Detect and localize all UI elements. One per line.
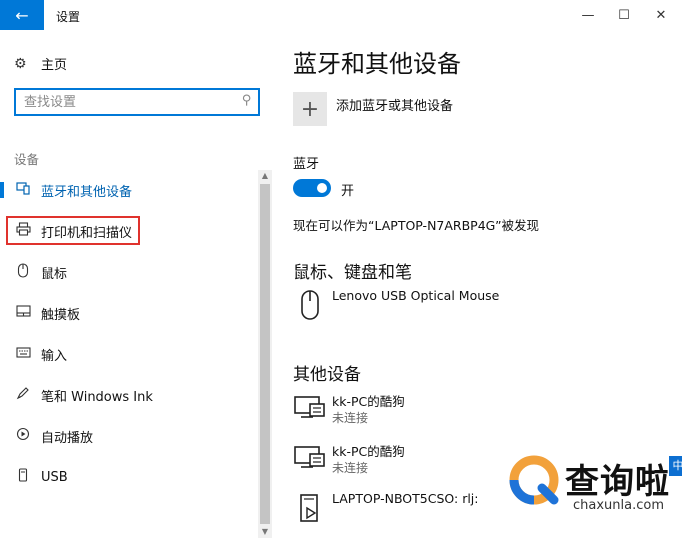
pen-icon [14, 386, 32, 404]
search-input[interactable] [16, 90, 226, 114]
bluetooth-label: 蓝牙 [293, 157, 320, 172]
sidebar-home-label: 主页 [41, 58, 68, 73]
add-device-label[interactable]: 添加蓝牙或其他设备 [336, 95, 453, 114]
keyboard-icon [14, 346, 32, 362]
search-box[interactable]: ⚲ [14, 88, 260, 116]
chaxunla-logo [509, 455, 559, 505]
window-title: 设置 [56, 10, 81, 24]
scroll-thumb[interactable] [260, 184, 270, 524]
discoverable-text: 现在可以作为“LAPTOP-N7ARBP4G”被发现 [293, 218, 540, 233]
sidebar-item-touchpad[interactable]: 触摸板 [0, 298, 258, 328]
sidebar-item-label: 鼠标 [41, 266, 68, 282]
usb-icon [14, 468, 32, 486]
toggle-knob [317, 183, 327, 193]
bluetooth-state-label: 开 [341, 184, 355, 199]
sidebar-item-pen[interactable]: 笔和 Windows Ink [0, 380, 258, 410]
sidebar-item-mouse[interactable]: 鼠标 [0, 257, 258, 287]
page-title: 蓝牙和其他设备 [293, 50, 461, 78]
active-indicator [0, 182, 4, 198]
watermark-text: 查询啦 [565, 462, 670, 502]
back-arrow-icon: ← [15, 5, 29, 25]
site-watermark: 查询啦 chaxunla.com 中 [505, 448, 682, 538]
sidebar-item-label: USB [41, 469, 68, 485]
minimize-icon: — [581, 7, 595, 23]
sidebar-item-autoplay[interactable]: 自动播放 [0, 421, 258, 451]
touchpad-icon [14, 305, 32, 321]
sidebar-item-label: 蓝牙和其他设备 [41, 184, 133, 200]
sidebar-scrollbar[interactable]: ▲ ▼ [258, 170, 272, 538]
sidebar-home[interactable]: ⚙ 主页 [14, 54, 68, 74]
mouse-icon [301, 290, 319, 320]
sidebar-item-label: 自动播放 [41, 430, 94, 446]
bluetooth-devices-icon [14, 181, 32, 199]
sidebar-item-label: 笔和 Windows Ink [41, 389, 153, 405]
ime-indicator: 中 [669, 456, 682, 476]
media-device-icon [294, 446, 325, 468]
autoplay-icon [14, 427, 32, 445]
scroll-up-arrow-icon[interactable]: ▲ [258, 170, 272, 182]
add-device-button[interactable]: + [293, 92, 327, 126]
back-button[interactable]: ← [0, 0, 44, 30]
media-device-icon [294, 396, 325, 418]
gear-icon: ⚙ [14, 55, 27, 72]
sidebar-item-bluetooth[interactable]: 蓝牙和其他设备 [0, 175, 258, 205]
bluetooth-toggle[interactable] [293, 179, 331, 197]
highlight-annotation-box [6, 216, 140, 245]
sidebar: ⚙ 主页 ⚲ 设备 蓝牙和其他设备 打印机和扫描仪 鼠标 触摸板 [0, 30, 275, 538]
sidebar-item-usb[interactable]: USB [0, 462, 258, 492]
sidebar-item-label: 触摸板 [41, 307, 81, 323]
device-name: kk-PC的酷狗 [332, 444, 405, 459]
watermark-url: chaxunla.com [573, 498, 664, 513]
scroll-down-arrow-icon[interactable]: ▼ [258, 526, 272, 538]
title-bar: ← 设置 — ☐ ✕ [0, 0, 682, 30]
close-button[interactable]: ✕ [638, 0, 682, 30]
sidebar-section-heading: 设备 [14, 152, 40, 167]
close-icon: ✕ [655, 7, 667, 23]
plus-icon: + [300, 96, 320, 122]
device-status: 未连接 [332, 461, 369, 475]
sidebar-item-typing[interactable]: 输入 [0, 339, 258, 369]
device-name: kk-PC的酷狗 [332, 394, 405, 409]
media-player-device-icon [300, 494, 318, 522]
mouse-keyboard-pen-heading: 鼠标、键盘和笔 [293, 263, 412, 283]
maximize-icon: ☐ [618, 7, 630, 23]
mouse-icon [14, 262, 32, 282]
device-name: LAPTOP-NBOT5CSO: rlj: [332, 491, 479, 506]
device-status: 未连接 [332, 411, 369, 425]
search-icon[interactable]: ⚲ [242, 93, 252, 108]
device-name: Lenovo USB Optical Mouse [332, 288, 500, 303]
other-devices-heading: 其他设备 [293, 365, 361, 385]
sidebar-item-label: 输入 [41, 348, 68, 364]
